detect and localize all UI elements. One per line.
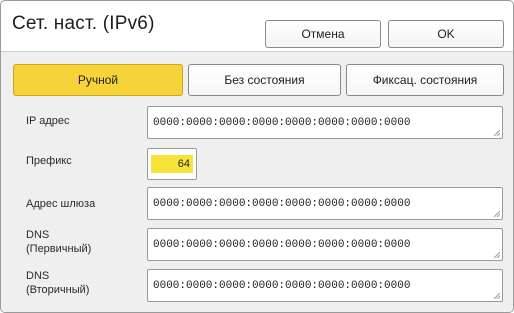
ok-button[interactable]: OK	[388, 20, 504, 48]
dns-primary-value: 0000:0000:0000:0000:0000:0000:0000:0000	[153, 238, 411, 251]
tab-stateful[interactable]: Фиксац. состояния	[346, 64, 504, 96]
prefix-label: Префикс	[26, 155, 72, 167]
dns-primary-label: DNS (Первичный)	[26, 228, 91, 256]
gateway-label: Адрес шлюза	[26, 198, 96, 210]
dns-secondary-label: DNS (Вторичный)	[26, 269, 89, 297]
dns-primary-label-line1: DNS	[26, 229, 50, 241]
settings-panel: Ручной Без состояния Фиксац. состояния I…	[1, 52, 513, 312]
prefix-field[interactable]: 64	[147, 148, 197, 180]
ipv6-settings-dialog: Сет. наст. (IPv6) Отмена OK Ручной Без с…	[0, 0, 514, 313]
dialog-header: Сет. наст. (IPv6) Отмена OK	[1, 1, 513, 52]
resize-grip-icon	[494, 293, 500, 299]
cancel-button[interactable]: Отмена	[265, 20, 381, 48]
tab-stateless[interactable]: Без состояния	[188, 64, 341, 96]
gateway-field[interactable]: 0000:0000:0000:0000:0000:0000:0000:0000	[147, 187, 503, 220]
dns-secondary-label-line1: DNS	[26, 270, 50, 282]
dns-primary-field[interactable]: 0000:0000:0000:0000:0000:0000:0000:0000	[147, 228, 503, 261]
dns-primary-label-line2: (Первичный)	[26, 243, 92, 255]
page-title: Сет. наст. (IPv6)	[12, 13, 155, 34]
dns-secondary-value: 0000:0000:0000:0000:0000:0000:0000:0000	[153, 279, 411, 292]
dns-secondary-field[interactable]: 0000:0000:0000:0000:0000:0000:0000:0000	[147, 269, 503, 302]
prefix-value: 64	[151, 155, 193, 173]
ip-address-label: IP адрес	[26, 115, 70, 127]
dns-secondary-label-line2: (Вторичный)	[26, 284, 90, 296]
tab-manual[interactable]: Ручной	[13, 64, 183, 96]
resize-grip-icon	[494, 130, 500, 136]
ip-address-field[interactable]: 0000:0000:0000:0000:0000:0000:0000:0000	[147, 106, 503, 139]
ip-address-value: 0000:0000:0000:0000:0000:0000:0000:0000	[153, 116, 411, 129]
resize-grip-icon	[494, 252, 500, 258]
resize-grip-icon	[494, 211, 500, 217]
gateway-value: 0000:0000:0000:0000:0000:0000:0000:0000	[153, 197, 411, 210]
